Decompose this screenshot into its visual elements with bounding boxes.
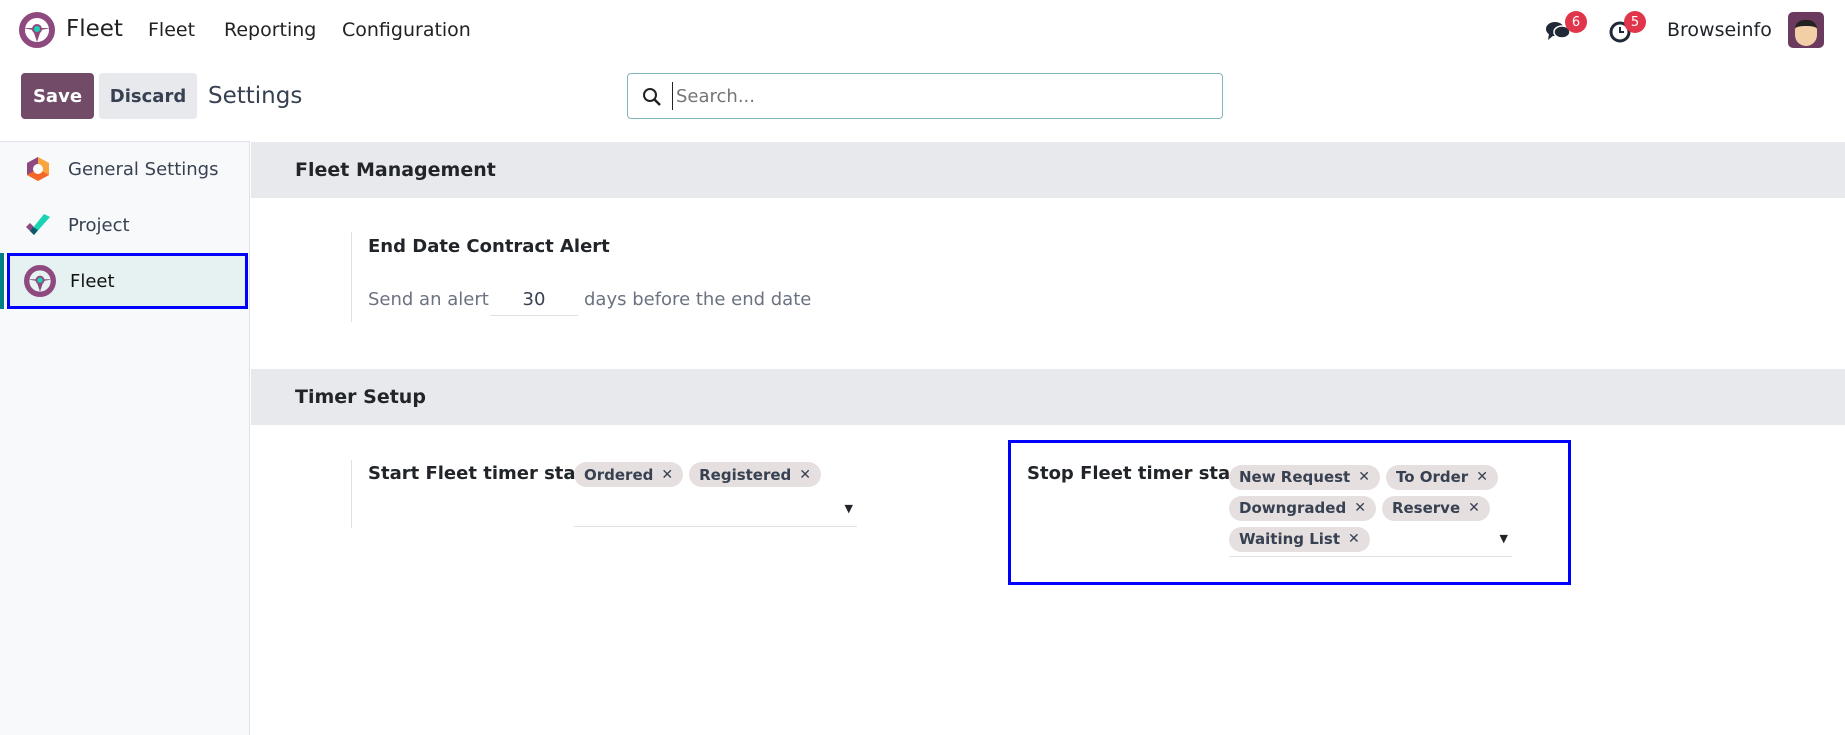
remove-tag-icon[interactable]: ✕ [1358,462,1370,493]
tag-to-order: To Order ✕ [1385,462,1498,493]
stop-timer-stage-field[interactable]: New Request ✕ To Order ✕ Downgraded ✕ Reserve ✕… [1229,462,1512,557]
tag-label: Ordered [584,465,654,484]
alert-prefix-text: Send an alert [368,289,489,310]
general-settings-icon [27,157,49,181]
remove-tag-icon[interactable]: ✕ [799,467,811,483]
menu-configuration[interactable]: Configuration [342,19,471,41]
tag-label: Downgraded [1239,499,1347,517]
remove-tag-icon[interactable]: ✕ [661,467,673,483]
start-timer-stage-label: Start Fleet timer stage [368,463,601,484]
tag-waiting-list: Waiting List ✕ [1229,527,1370,552]
sidebar-item-project[interactable]: Project [0,197,250,253]
sidebar-item-label: Project [68,214,130,236]
search-bar[interactable] [627,73,1223,119]
tag-label: Waiting List [1239,530,1341,548]
sidebar-item-label: General Settings [68,158,219,180]
tag-new-request: New Request ✕ [1229,465,1380,490]
breadcrumb-settings: Settings [208,83,303,109]
stop-timer-stage-label: Stop Fleet timer stage [1027,463,1256,484]
tag-label: New Request [1239,468,1351,486]
section-header-fleet-management: Fleet Management [251,142,1845,198]
menu-reporting[interactable]: Reporting [224,19,316,41]
remove-tag-icon[interactable]: ✕ [1476,462,1488,493]
sidebar-item-general-settings[interactable]: General Settings [0,141,250,197]
app-name[interactable]: Fleet [66,16,123,42]
dropdown-caret-icon[interactable]: ▼ [1500,532,1508,546]
alert-suffix-text: days before the end date [584,289,812,310]
fleet-app-icon[interactable] [19,12,55,48]
tag-reserve: Reserve ✕ [1381,493,1490,524]
user-avatar[interactable] [1788,12,1824,48]
messages-badge: 6 [1565,11,1587,33]
tag-label: Registered [699,465,792,484]
start-timer-stage-field[interactable]: Ordered ✕ Registered ✕ ▼ [574,462,857,527]
tag-label: To Order [1395,468,1469,486]
activities-badge: 5 [1624,11,1646,33]
tag-label: Reserve [1391,499,1461,517]
user-name[interactable]: Browseinfo [1667,19,1772,41]
end-date-contract-alert-title: End Date Contract Alert [368,236,610,257]
sidebar-item-fleet[interactable]: Fleet [7,253,248,309]
setting-divider [351,232,352,322]
alert-days-input[interactable] [490,284,578,316]
active-indicator [0,253,4,309]
tag-ordered: Ordered ✕ [574,462,684,487]
sidebar-item-label: Fleet [70,270,115,292]
remove-tag-icon[interactable]: ✕ [1468,493,1480,524]
fleet-icon [24,265,56,297]
discard-button[interactable]: Discard [99,73,197,119]
tag-downgraded: Downgraded ✕ [1229,496,1376,521]
remove-tag-icon[interactable]: ✕ [1354,493,1366,524]
menu-fleet[interactable]: Fleet [148,19,195,41]
setting-divider [351,460,352,528]
remove-tag-icon[interactable]: ✕ [1348,524,1360,555]
project-icon [26,214,50,235]
save-button[interactable]: Save [21,73,94,119]
section-header-timer-setup: Timer Setup [251,369,1845,425]
search-input[interactable] [672,82,1212,110]
dropdown-caret-icon[interactable]: ▼ [845,502,853,515]
search-icon [643,88,661,106]
tag-registered: Registered ✕ [689,462,822,487]
